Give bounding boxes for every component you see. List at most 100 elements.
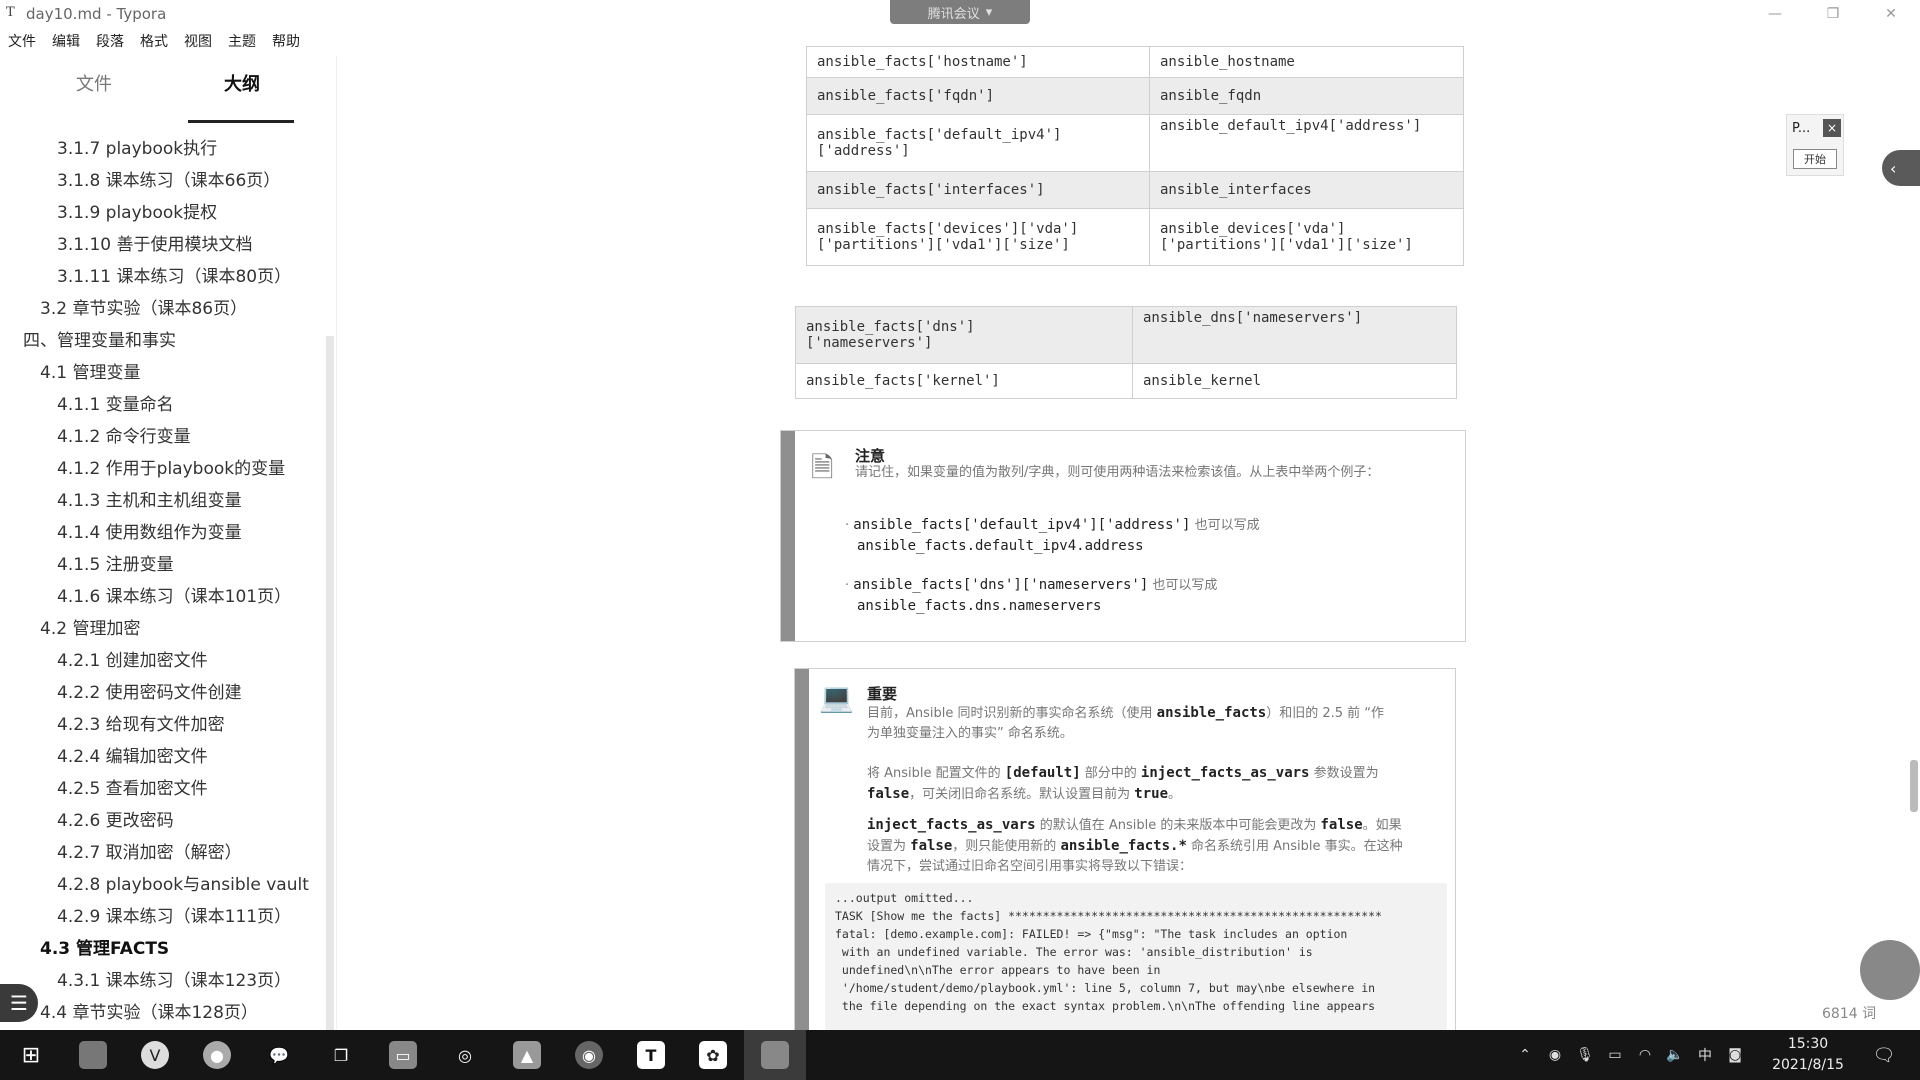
- close-window-button[interactable]: ✕: [1862, 0, 1920, 28]
- table-row: ansible_facts['kernel'] ansible_kernel: [795, 363, 1457, 399]
- menu-theme[interactable]: 主题: [220, 30, 264, 54]
- outline-item[interactable]: 4.2.2 使用密码文件创建: [57, 678, 242, 703]
- outline-item[interactable]: 4.1.4 使用数组作为变量: [57, 518, 242, 543]
- maximize-button[interactable]: ❐: [1804, 0, 1862, 28]
- sidebar-tabs: 文件 大纲: [0, 70, 336, 123]
- photos-icon[interactable]: ▲: [496, 1030, 558, 1080]
- outline-item[interactable]: 4.2.7 取消加密（解密）: [57, 838, 242, 863]
- word-count[interactable]: 6814 词: [1822, 1003, 1876, 1023]
- chevron-up-icon[interactable]: ⌃: [1510, 1047, 1540, 1063]
- menu-file[interactable]: 文件: [0, 30, 44, 54]
- table-cell: ansible_facts['interfaces']: [806, 171, 1150, 209]
- note-ex1-code: ansible_facts['default_ipv4']['address']: [853, 517, 1191, 533]
- volume-icon[interactable]: 🔈: [1660, 1047, 1690, 1063]
- table-row: ansible_facts['hostname'] ansible_hostnam…: [806, 46, 1464, 78]
- task-view-icon[interactable]: ❐: [310, 1030, 372, 1080]
- outline-item[interactable]: 4.2 管理加密: [40, 614, 140, 639]
- outline-item[interactable]: 4.2.5 查看加密文件: [57, 774, 208, 799]
- note-example-1: · ansible_facts['default_ipv4']['address…: [845, 515, 1445, 557]
- outline-item[interactable]: 四、管理变量和事实: [23, 326, 176, 351]
- windows-start-icon[interactable]: ⊞: [0, 1030, 62, 1080]
- outline-item[interactable]: 3.1.11 课本练习（课本80页）: [57, 262, 291, 287]
- edge-icon[interactable]: ◎: [434, 1030, 496, 1080]
- table-cell: ansible_devices['vda'] ['partitions']['v…: [1149, 208, 1464, 266]
- note-box: 🗎 注意 请记住，如果变量的值为散列/字典，则可使用两种语法来检索该值。从上表中…: [780, 430, 1466, 642]
- outline-item[interactable]: 3.2 章节实验（课本86页）: [40, 294, 247, 319]
- music-icon[interactable]: ◉: [558, 1030, 620, 1080]
- outline-item[interactable]: 4.1.2 作用于playbook的变量: [57, 454, 285, 479]
- outline-item[interactable]: 4.1.6 课本练习（课本101页）: [57, 582, 291, 607]
- side-panel-tab[interactable]: ‹: [1882, 150, 1920, 186]
- outline-item[interactable]: 4.4 章节实验（课本128页）: [40, 998, 258, 1023]
- outline-item[interactable]: 4.2.4 编辑加密文件: [57, 742, 208, 767]
- avatar[interactable]: [1860, 940, 1920, 1000]
- outline-item[interactable]: 4.1.1 变量命名: [57, 390, 174, 415]
- table-cell: ansible_fqdn: [1149, 77, 1464, 115]
- document-icon: 🗎: [811, 451, 834, 484]
- typora-active-icon[interactable]: [744, 1030, 806, 1080]
- popup-close-icon[interactable]: ×: [1823, 119, 1841, 137]
- system-tray: ⌃ ◉ 🎙 ▭ ◠ 🔈 中 ◙: [1510, 1030, 1750, 1080]
- outline-item[interactable]: 4.2.3 给现有文件加密: [57, 710, 225, 735]
- table-row: ansible_facts['devices']['vda'] ['partit…: [806, 208, 1464, 266]
- table-cell: ansible_kernel: [1132, 363, 1457, 399]
- note-ex2-suffix: 也可以写成: [1152, 578, 1218, 593]
- outline-item[interactable]: 4.3.1 课本练习（课本123页）: [57, 966, 291, 991]
- menu-edit[interactable]: 编辑: [44, 30, 88, 54]
- ime-indicator[interactable]: 中: [1690, 1045, 1720, 1065]
- note-ex2-code: ansible_facts['dns']['nameservers']: [853, 577, 1149, 593]
- menu-paragraph[interactable]: 段落: [88, 30, 132, 54]
- document-scrollbar[interactable]: [1910, 760, 1918, 812]
- menu-format[interactable]: 格式: [132, 30, 176, 54]
- typora-doc-icon[interactable]: [62, 1030, 124, 1080]
- wifi-icon[interactable]: ◠: [1630, 1047, 1660, 1063]
- menu-view[interactable]: 视图: [176, 30, 220, 54]
- outline-item[interactable]: 4.1.5 注册变量: [57, 550, 174, 575]
- obs-icon[interactable]: ●: [186, 1030, 248, 1080]
- outline-toggle-icon[interactable]: ☰: [0, 984, 38, 1022]
- tab-files[interactable]: 文件: [76, 70, 112, 96]
- outline-item[interactable]: 3.1.7 playbook执行: [57, 134, 217, 159]
- app-tray-icon[interactable]: ◉: [1540, 1047, 1570, 1063]
- clock[interactable]: 15:30 2021/8/15: [1766, 1034, 1850, 1076]
- code-span: ansible_facts: [1156, 705, 1267, 721]
- outline-item[interactable]: 3.1.9 playbook提权: [57, 198, 217, 223]
- notification-icon[interactable]: 🗨: [1864, 1030, 1904, 1080]
- note-example-2: · ansible_facts['dns']['nameservers'] 也可…: [845, 575, 1445, 617]
- microphone-icon[interactable]: 🎙: [1570, 1047, 1600, 1063]
- outline-item-active[interactable]: 4.3 管理FACTS: [40, 934, 169, 959]
- text-span: ，则只能使用新的: [952, 839, 1061, 854]
- outline-item[interactable]: 4.2.6 更改密码: [57, 806, 174, 831]
- minimize-button[interactable]: —: [1746, 0, 1804, 28]
- outline-item[interactable]: 3.1.8 课本练习（课本66页）: [57, 166, 280, 191]
- table-cell: ansible_dns['nameservers']: [1132, 306, 1457, 364]
- wechat-icon[interactable]: 💬: [248, 1030, 310, 1080]
- text-span: 参数设置为: [1309, 766, 1379, 781]
- table-cell: ansible_hostname: [1149, 46, 1464, 78]
- outline-item[interactable]: 4.1.2 命令行变量: [57, 422, 191, 447]
- outline-item[interactable]: 4.2.9 课本练习（课本111页）: [57, 902, 291, 927]
- outline-item[interactable]: 4.1 管理变量: [40, 358, 140, 383]
- active-tab-underline: [188, 120, 294, 123]
- popup-start-button[interactable]: 开始: [1793, 149, 1837, 169]
- important-accent-bar: [795, 669, 809, 1031]
- menu-help[interactable]: 帮助: [264, 30, 308, 54]
- outline-item[interactable]: 4.1.3 主机和主机组变量: [57, 486, 242, 511]
- important-para-1: 目前，Ansible 同时识别新的事实命名系统（使用 ansible_facts…: [867, 703, 1397, 744]
- outline-item[interactable]: 3.1.10 善于使用模块文档: [57, 230, 252, 255]
- table-cell: ansible_facts['dns'] ['nameservers']: [795, 306, 1133, 364]
- meeting-indicator[interactable]: 腾讯会议 ▾: [890, 0, 1030, 24]
- outline-item[interactable]: 4.2.1 创建加密文件: [57, 646, 208, 671]
- vivaldi-icon[interactable]: V: [124, 1030, 186, 1080]
- qq-icon[interactable]: ◙: [1720, 1047, 1750, 1063]
- tab-outline[interactable]: 大纲: [224, 70, 260, 96]
- outline-item[interactable]: 4.2.8 playbook与ansible vault: [57, 870, 309, 895]
- netdisk-icon[interactable]: ✿: [682, 1030, 744, 1080]
- table-row: ansible_facts['interfaces'] ansible_inter…: [806, 171, 1464, 209]
- file-explorer-icon[interactable]: ▭: [372, 1030, 434, 1080]
- code-span: inject_facts_as_vars: [867, 817, 1036, 833]
- battery-icon[interactable]: ▭: [1600, 1047, 1630, 1063]
- error-output-code: ...output omitted... TASK [Show me the f…: [825, 883, 1447, 1045]
- typora-icon[interactable]: T: [620, 1030, 682, 1080]
- sidebar-scrollbar[interactable]: [326, 336, 334, 1080]
